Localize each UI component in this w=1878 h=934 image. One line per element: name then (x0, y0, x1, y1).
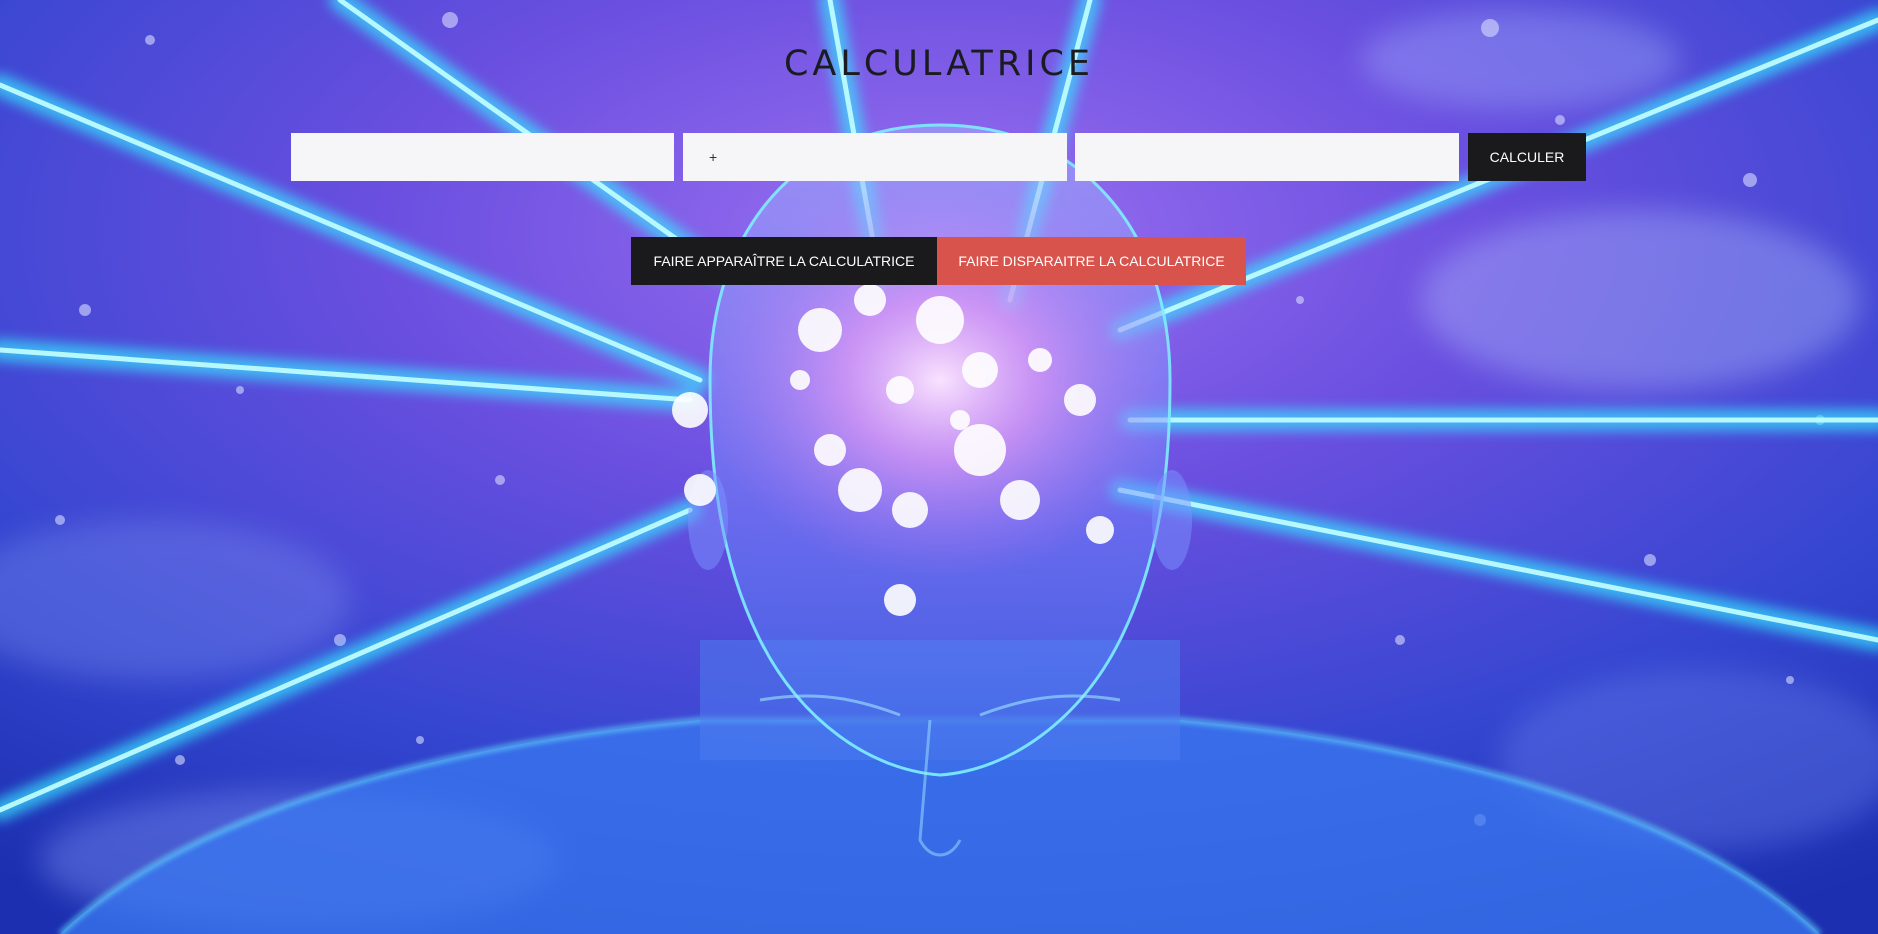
calculate-button[interactable]: CALCULER (1468, 133, 1586, 181)
first-operand-input[interactable] (291, 133, 674, 181)
second-operand-input[interactable] (1075, 133, 1459, 181)
calculator-page: CALCULATRICE CALCULER FAIRE APPARAÎTRE L… (0, 0, 1878, 934)
hide-calculator-button[interactable]: FAIRE DISPARAITRE LA CALCULATRICE (937, 237, 1246, 285)
show-calculator-button[interactable]: FAIRE APPARAÎTRE LA CALCULATRICE (631, 237, 937, 285)
page-title: CALCULATRICE (783, 44, 1095, 84)
operator-input[interactable] (683, 133, 1067, 181)
